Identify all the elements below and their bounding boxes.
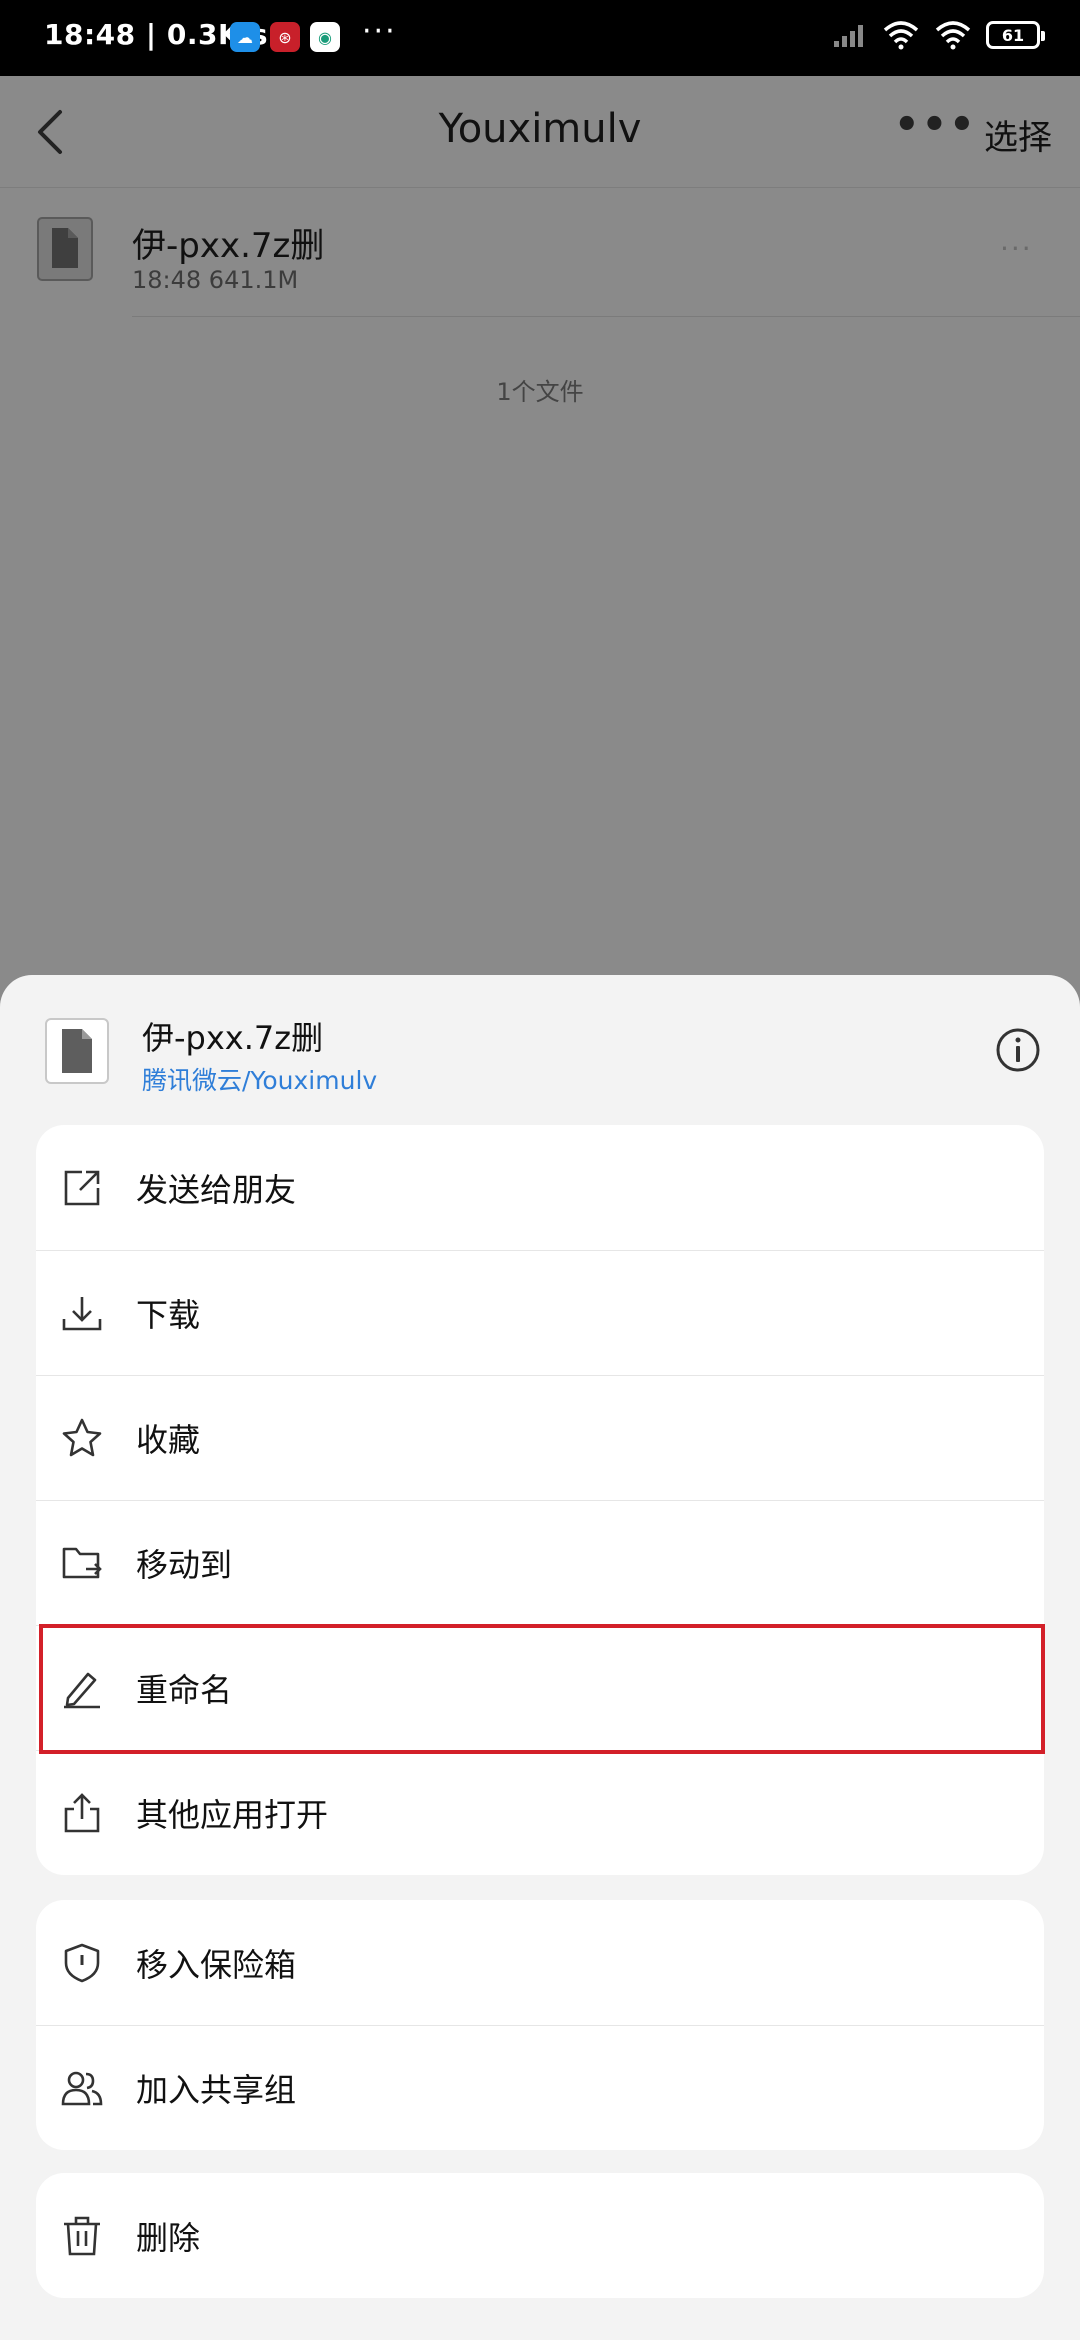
- menu-item-favorite[interactable]: 收藏: [36, 1375, 1044, 1500]
- menu-label: 移入保险箱: [136, 1945, 297, 1984]
- sheet-file-path[interactable]: 腾讯微云/Youximulv: [142, 1061, 377, 1097]
- battery-icon: 61: [986, 21, 1045, 49]
- file-icon: [45, 1018, 109, 1084]
- weiyun-cloud-icon: ☁: [230, 22, 260, 52]
- download-icon: [62, 1296, 102, 1330]
- star-icon: [62, 1418, 102, 1456]
- file-name: 伊-pxx.7z删: [132, 226, 325, 266]
- status-bar: 18:48 | 0.3K/s ☁ ⊛ ◉ ··· 61: [0, 0, 1080, 76]
- top-nav-bar: Youximulv ••• 选择: [0, 76, 1080, 188]
- more-options-icon[interactable]: •••: [894, 102, 977, 148]
- divider: [132, 316, 1080, 317]
- file-icon: [37, 217, 93, 281]
- wifi-icon: [883, 21, 919, 50]
- status-right-icons: 61: [832, 20, 1045, 50]
- move-folder-icon: [62, 1547, 102, 1578]
- file-meta: 18:48 641.1M: [132, 266, 299, 294]
- signal-icon: [834, 25, 863, 47]
- menu-item-delete[interactable]: 删除: [36, 2173, 1044, 2298]
- menu-item-move-to[interactable]: 移动到: [36, 1500, 1044, 1625]
- safe-shield-icon: [64, 1943, 100, 1982]
- menu-label: 移动到: [136, 1545, 233, 1584]
- status-notification-icons: ☁ ⊛ ◉: [230, 22, 340, 52]
- select-button[interactable]: 选择: [984, 110, 1052, 159]
- menu-label: 重命名: [136, 1670, 233, 1709]
- menu-label: 发送给朋友: [136, 1170, 297, 1209]
- menu-label: 其他应用打开: [136, 1795, 329, 1834]
- info-icon[interactable]: [995, 1027, 1041, 1073]
- menu-item-rename[interactable]: 重命名: [36, 1625, 1044, 1750]
- menu-label: 下载: [136, 1295, 201, 1334]
- share-group-icon: [61, 2071, 103, 2105]
- status-more-icon: ···: [362, 14, 397, 49]
- sheet-file-name: 伊-pxx.7z删: [142, 1019, 324, 1057]
- menu-label: 加入共享组: [136, 2070, 297, 2109]
- rename-pencil-icon: [64, 1672, 100, 1708]
- share-icon: [64, 1170, 100, 1205]
- menu-group-danger: 删除: [36, 2173, 1044, 2298]
- menu-label: 收藏: [136, 1420, 201, 1459]
- menu-item-send-to-friend[interactable]: 发送给朋友: [36, 1125, 1044, 1250]
- menu-item-open-with[interactable]: 其他应用打开: [36, 1750, 1044, 1875]
- sheet-header: 伊-pxx.7z删 腾讯微云/Youximulv: [0, 975, 1080, 1125]
- file-more-icon[interactable]: ···: [1000, 232, 1033, 265]
- trash-icon: [64, 2216, 100, 2255]
- file-count: 1个文件: [496, 378, 584, 406]
- app-green-icon: ◉: [310, 22, 340, 52]
- menu-group-secondary: 移入保险箱 加入共享组: [36, 1900, 1044, 2150]
- menu-group-primary: 发送给朋友 下载 收藏 移动到 重命名 其他应用打开: [36, 1125, 1044, 1875]
- menu-item-move-to-safe[interactable]: 移入保险箱: [36, 1900, 1044, 2025]
- menu-item-download[interactable]: 下载: [36, 1250, 1044, 1375]
- file-list-item[interactable]: 伊-pxx.7z删 18:48 641.1M ···: [0, 188, 1080, 318]
- open-with-icon: [64, 1792, 100, 1832]
- app-red-icon: ⊛: [270, 22, 300, 52]
- wifi-icon-2: [935, 21, 971, 50]
- menu-label: 删除: [136, 2218, 201, 2257]
- menu-item-join-share-group[interactable]: 加入共享组: [36, 2025, 1044, 2150]
